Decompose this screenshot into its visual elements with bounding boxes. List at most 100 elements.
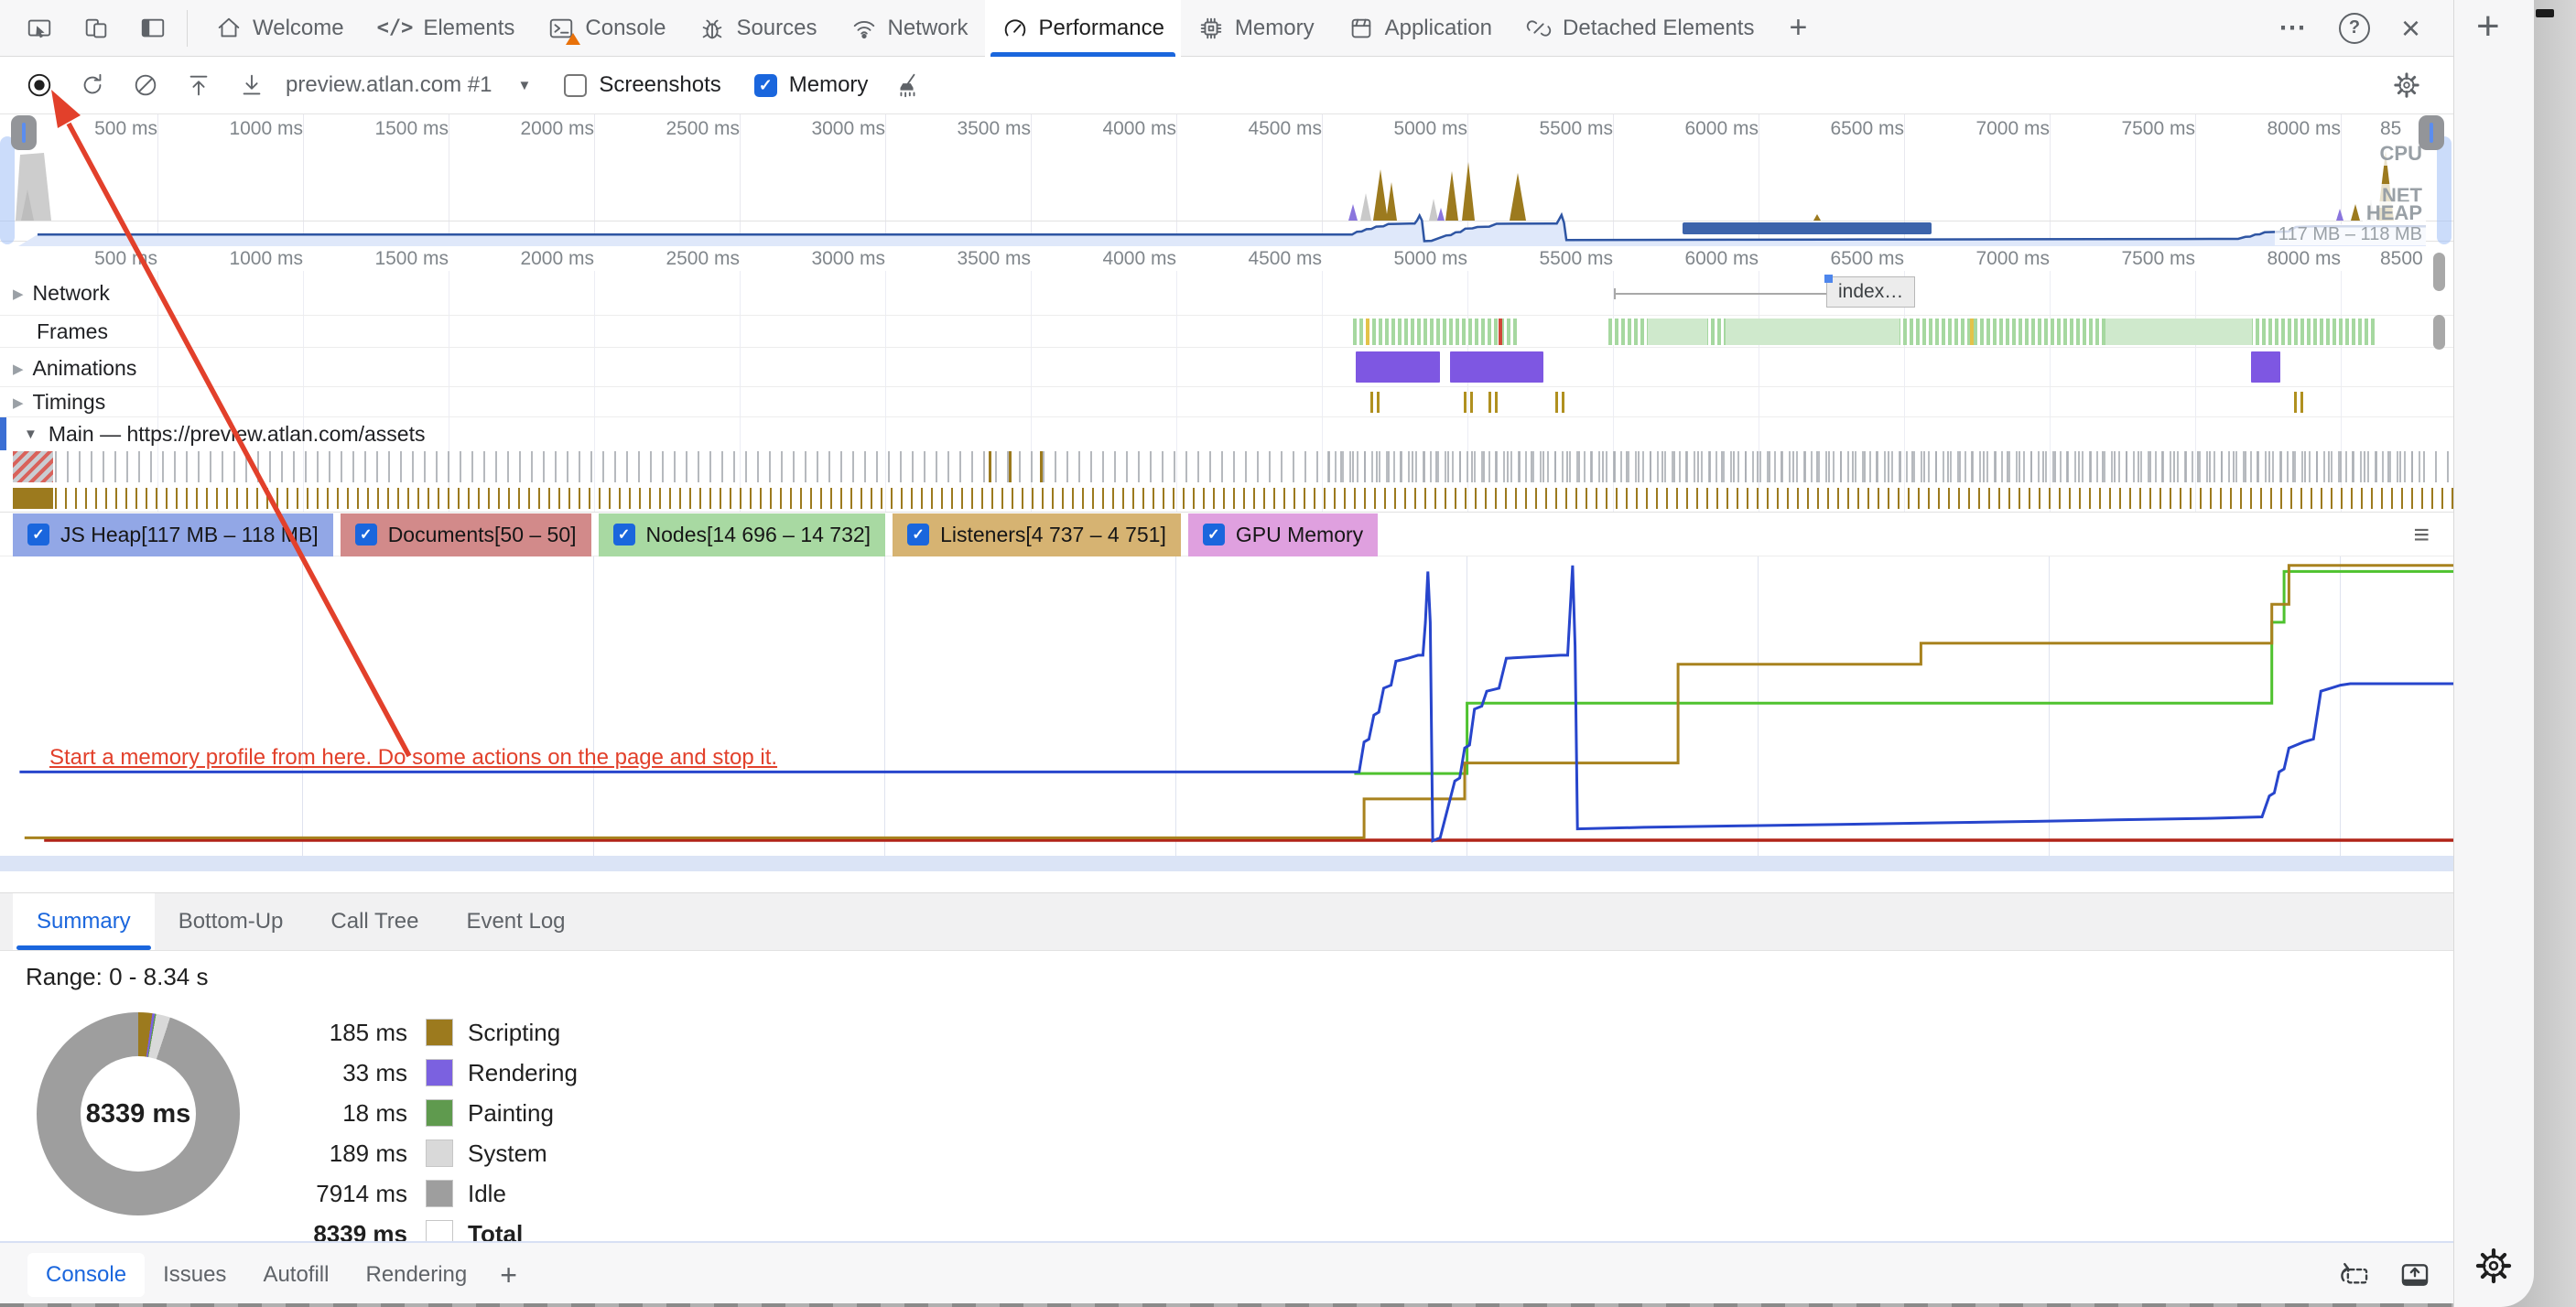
legend-label: System — [468, 1140, 547, 1168]
expand-icon[interactable]: ▶ — [13, 361, 24, 377]
tab-detached-elements[interactable]: Detached Elements — [1509, 0, 1770, 57]
network-request-marker — [1824, 275, 1833, 283]
counter-label: Listeners[4 737 – 4 751] — [940, 523, 1166, 547]
overview-right-grip[interactable] — [2419, 115, 2444, 150]
devtools-window: Welcome</>ElementsConsoleSourcesNetworkP… — [0, 0, 2576, 1307]
tab-application[interactable]: Application — [1331, 0, 1509, 57]
chevron-down-icon[interactable]: ▼ — [517, 78, 531, 93]
tab-event-log[interactable]: Event Log — [442, 893, 589, 950]
checkbox-checked[interactable]: ✓ — [613, 524, 635, 545]
save-profile-button[interactable] — [238, 71, 265, 99]
checkbox-unchecked[interactable] — [564, 74, 587, 97]
legend-row-painting: 18 msPainting — [261, 1093, 578, 1133]
overview-left-handle-bar[interactable] — [0, 136, 15, 244]
more-tools-plus-icon[interactable]: + — [500, 1258, 517, 1292]
checkbox-checked[interactable]: ✓ — [754, 74, 777, 97]
collect-garbage-icon[interactable] — [893, 71, 921, 99]
appbox-icon — [1348, 15, 1375, 42]
animations-track-row[interactable]: ▶Animations — [0, 348, 2453, 387]
annotation-text: Start a memory profile from here. Do som… — [49, 745, 777, 771]
scrollbar-thumb[interactable] — [2433, 253, 2445, 291]
tab-bottom-up[interactable]: Bottom-Up — [155, 893, 308, 950]
scripting-tick — [1040, 451, 1043, 482]
overview-left-grip[interactable] — [11, 115, 37, 150]
checkbox-checked[interactable]: ✓ — [1203, 524, 1225, 545]
tab-label: Memory — [1235, 16, 1315, 41]
more-tabs-button[interactable]: + — [1780, 10, 1816, 46]
legend-row-system: 189 msSystem — [261, 1133, 578, 1173]
cpu-track-label: CPU — [2376, 142, 2426, 166]
drawer-tab-issues[interactable]: Issues — [145, 1253, 244, 1297]
timing-marker — [1555, 392, 1564, 413]
tab-call-tree[interactable]: Call Tree — [307, 893, 442, 950]
close-devtools-icon[interactable]: × — [2401, 12, 2420, 45]
checkbox-checked[interactable]: ✓ — [355, 524, 377, 545]
timeline-overview[interactable]: 500 ms1000 ms1500 ms2000 ms2500 ms3000 m… — [0, 114, 2453, 247]
overview-right-handle-bar[interactable] — [2437, 136, 2452, 244]
tab-memory[interactable]: Memory — [1181, 0, 1331, 57]
timings-track-row[interactable]: ▶Timings — [0, 387, 2453, 417]
scrollbar-thumb[interactable] — [2433, 315, 2445, 350]
ruler-tick-label: 2000 ms — [520, 248, 594, 270]
devtools-controls: ⋯ ? × — [2278, 12, 2453, 45]
checkbox-checked[interactable]: ✓ — [907, 524, 929, 545]
capture-settings-gear-icon[interactable] — [2393, 71, 2420, 99]
clear-recording-button[interactable] — [132, 71, 159, 99]
counter-legend-row: ✓JS Heap[117 MB – 118 MB]✓Documents[50 –… — [0, 513, 2453, 556]
tab-console[interactable]: Console — [531, 0, 682, 57]
counter-toggle-gpu-memory[interactable]: ✓GPU Memory — [1188, 513, 1378, 556]
tab-elements[interactable]: </>Elements — [361, 0, 532, 57]
dock-side-icon[interactable] — [139, 15, 167, 42]
drawer-tab-console[interactable]: Console — [27, 1253, 145, 1297]
animation-block — [2251, 351, 2280, 383]
new-tab-plus-icon[interactable]: + — [2476, 4, 2500, 49]
network-track-row[interactable]: ▶Network index… — [0, 271, 2453, 316]
load-profile-button[interactable] — [185, 71, 212, 99]
counter-toggle-nodes[interactable]: ✓ Nodes[14 696 – 14 732] — [599, 513, 886, 556]
screenshots-checkbox[interactable]: Screenshots — [564, 72, 720, 98]
tab-summary[interactable]: Summary — [13, 893, 155, 950]
counter-toggle-listeners[interactable]: ✓ Listeners[4 737 – 4 751] — [893, 513, 1181, 556]
screenshots-label: Screenshots — [599, 72, 720, 98]
scripting-ticks — [55, 488, 2453, 509]
ruler-tick-label: 6000 ms — [1684, 248, 1759, 270]
collapse-icon[interactable]: ▼ — [24, 427, 38, 442]
counter-toggle-documents[interactable]: ✓Documents[50 – 50] — [341, 513, 591, 556]
ruler-tick-label: 8500 — [2380, 248, 2423, 270]
refresh-device-mode-icon[interactable] — [2337, 1258, 2372, 1297]
window-bottom-edge — [0, 1303, 2453, 1307]
tab-sources[interactable]: Sources — [682, 0, 833, 57]
inspect-element-icon[interactable] — [26, 15, 53, 42]
heap-range-label: 117 MB – 118 MB — [2275, 224, 2426, 245]
animation-block — [1450, 351, 1543, 383]
settings-gear-icon[interactable] — [2474, 1247, 2513, 1285]
hamburger-menu-icon[interactable]: ≡ — [2413, 513, 2430, 556]
counter-label: Nodes[14 696 – 14 732] — [646, 523, 871, 547]
tab-network[interactable]: Network — [834, 0, 985, 57]
frame-block — [1726, 319, 1900, 345]
reload-and-record-button[interactable] — [79, 71, 106, 99]
timeline-tracks[interactable]: ▶Network index… Frames 382.4 ms ▶Animati… — [0, 271, 2453, 513]
expand-icon[interactable]: ▶ — [13, 286, 24, 302]
memory-checkbox[interactable]: ✓ Memory — [754, 72, 869, 98]
network-request-whisker — [1614, 293, 1826, 295]
more-options-icon[interactable]: ⋯ — [2278, 12, 2308, 44]
target-selector[interactable]: preview.atlan.com #1 — [286, 72, 492, 98]
memory-counters-chart[interactable]: Start a memory profile from here. Do som… — [0, 556, 2453, 856]
expand-icon[interactable]: ▶ — [13, 394, 24, 411]
record-button[interactable] — [26, 71, 53, 99]
frames-track-row[interactable]: Frames 382.4 ms — [0, 316, 2453, 348]
chart-footer-strip — [0, 856, 2453, 871]
device-toolbar-icon[interactable] — [82, 15, 110, 42]
checkbox-checked[interactable]: ✓ — [27, 524, 49, 545]
help-icon[interactable]: ? — [2339, 13, 2370, 44]
ruler-tick-label: 2500 ms — [666, 248, 740, 270]
tab-performance[interactable]: Performance — [985, 0, 1181, 57]
legend-value: 7914 ms — [261, 1180, 407, 1208]
drawer-tab-rendering[interactable]: Rendering — [347, 1253, 485, 1297]
drawer-tab-autofill[interactable]: Autofill — [244, 1253, 347, 1297]
expand-drawer-icon[interactable] — [2397, 1258, 2432, 1297]
tab-welcome[interactable]: Welcome — [199, 0, 361, 57]
counter-toggle-js-heap[interactable]: ✓JS Heap[117 MB – 118 MB] — [13, 513, 333, 556]
network-request-chip[interactable]: index… — [1826, 276, 1915, 308]
